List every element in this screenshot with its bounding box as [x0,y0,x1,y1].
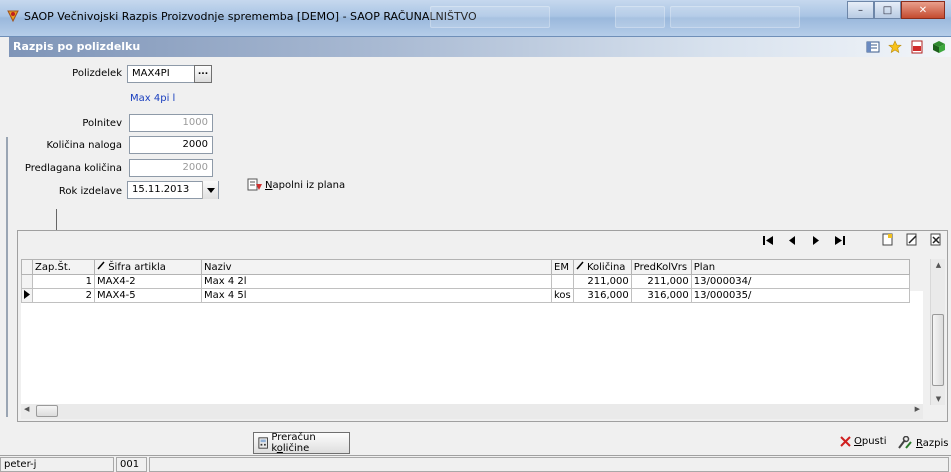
favorite-star-icon[interactable] [887,39,903,55]
scroll-right-icon[interactable]: ▶ [915,405,920,413]
items-grid-panel: Zap.Št. Šifra artikla Naziv EM Količina … [17,230,948,422]
razpis-tools-icon [898,436,912,449]
rok-izdelave-label: Rok izdelave [58,186,122,197]
scroll-left-icon[interactable]: ◀ [24,405,29,413]
items-table: Zap.Št. Šifra artikla Naziv EM Količina … [21,259,910,303]
window-titlebar: SAOP Večnivojski Razpis Proizvodnje spre… [0,0,951,37]
column-header-plan[interactable]: Plan [690,259,910,275]
close-button[interactable]: ✕ [901,1,945,19]
current-row-arrow-icon [24,289,30,299]
cell-predkolvrs[interactable]: 316,000 [630,288,692,303]
column-header-predkolvrs[interactable]: PredKolVrs [630,259,692,275]
pdf-export-icon[interactable] [909,39,925,55]
calculator-icon [258,437,268,449]
row-indicator-header [21,259,33,275]
predlagana-kolicina-field: 2000 [129,159,213,177]
edit-record-icon[interactable] [905,233,919,249]
minimize-button[interactable]: – [847,1,874,19]
first-record-icon[interactable] [761,235,775,248]
new-record-icon[interactable] [881,233,895,249]
background-window-ghost [670,6,800,28]
status-bar: peter-j 001 [0,455,951,472]
maximize-button[interactable]: □ [874,1,901,19]
pencil-icon [97,261,105,270]
fill-from-plan-icon [247,178,262,191]
polizdelek-label: Polizdelek [72,68,122,79]
polizdelek-input[interactable]: MAX4PI [127,65,195,83]
polnitev-field: 1000 [129,114,213,132]
status-code: 001 [116,457,147,472]
background-window-ghost [430,6,550,28]
polnitev-label: Polnitev [82,118,122,129]
horizontal-scrollbar[interactable]: ◀ ▶ [21,404,923,419]
column-header-naziv[interactable]: Naziv [201,259,552,275]
saop-app-icon [7,10,19,23]
rok-izdelave-value: 15.11.2013 [132,184,190,195]
preracun-kolicine-button[interactable]: Preračun količine [253,432,350,454]
polizdelek-lookup-button[interactable]: ... [194,65,212,83]
column-header-zap[interactable]: Zap.Št. [32,259,95,275]
cell-zap[interactable]: 1 [32,274,95,289]
pencil-icon [576,261,584,270]
razpis-button[interactable]: Razpis [897,436,948,450]
vertical-scroll-thumb[interactable] [932,314,944,386]
cell-zap[interactable]: 2 [32,288,95,303]
opusti-button[interactable]: Opusti [840,436,886,447]
grid-navigator [761,233,943,249]
polizdelek-name: Max 4pi l [130,93,176,104]
current-row-indicator [21,288,33,303]
kolicina-naloga-input[interactable]: 2000 [129,136,213,154]
kolicina-naloga-label: Količina naloga [46,140,123,151]
vertical-scrollbar[interactable]: ▲ ▼ [930,259,945,405]
last-record-icon[interactable] [833,235,847,248]
table-row[interactable]: 2 MAX4-5 Max 4 5l kos 316,000 316,000 13… [21,288,910,303]
cell-plan[interactable]: 13/000035/ [690,288,910,303]
grid-empty-area [21,291,923,415]
cancel-x-icon [840,436,851,447]
table-row[interactable]: 1 MAX4-2 Max 4 2l 211,000 211,000 13/000… [21,274,910,289]
status-user: peter-j [0,457,114,472]
delete-record-icon[interactable] [929,233,943,249]
panel-title: Razpis po polizdelku [13,40,141,53]
row-indicator [21,274,33,289]
cell-em[interactable]: kos [551,288,574,303]
chevron-down-icon[interactable] [202,181,218,199]
predlagana-kolicina-label: Predlagana količina [24,163,122,174]
cell-kolicina[interactable]: 316,000 [572,288,632,303]
grid-tab-strip [17,209,57,231]
column-header-em[interactable]: EM [551,259,574,275]
column-header-kolicina[interactable]: Količina [572,259,632,275]
cell-sifra[interactable]: MAX4-2 [94,274,202,289]
cell-naziv[interactable]: Max 4 5l [201,288,552,303]
horizontal-scroll-thumb[interactable] [36,405,58,417]
scroll-up-icon[interactable]: ▲ [931,261,946,269]
cell-naziv[interactable]: Max 4 2l [201,274,552,289]
table-header-row: Zap.Št. Šifra artikla Naziv EM Količina … [21,259,910,275]
next-record-icon[interactable] [809,235,823,248]
scroll-down-icon[interactable]: ▼ [931,395,946,403]
column-header-sifra[interactable]: Šifra artikla [94,259,202,275]
cell-predkolvrs[interactable]: 211,000 [630,274,692,289]
list-view-icon[interactable] [865,39,881,55]
cell-sifra[interactable]: MAX4-5 [94,288,202,303]
help-book-icon[interactable] [931,39,947,55]
cell-em[interactable] [551,274,574,289]
background-window-ghost [615,6,665,28]
cell-kolicina[interactable]: 211,000 [572,274,632,289]
cell-plan[interactable]: 13/000034/ [690,274,910,289]
window-title: SAOP Večnivojski Razpis Proizvodnje spre… [24,10,477,23]
prior-record-icon[interactable] [785,235,799,248]
panel-header: Razpis po polizdelku [9,37,951,57]
status-message [149,457,949,472]
napolni-iz-plana-button[interactable]: Napolni iz plana [247,178,345,192]
left-edge [0,37,9,472]
